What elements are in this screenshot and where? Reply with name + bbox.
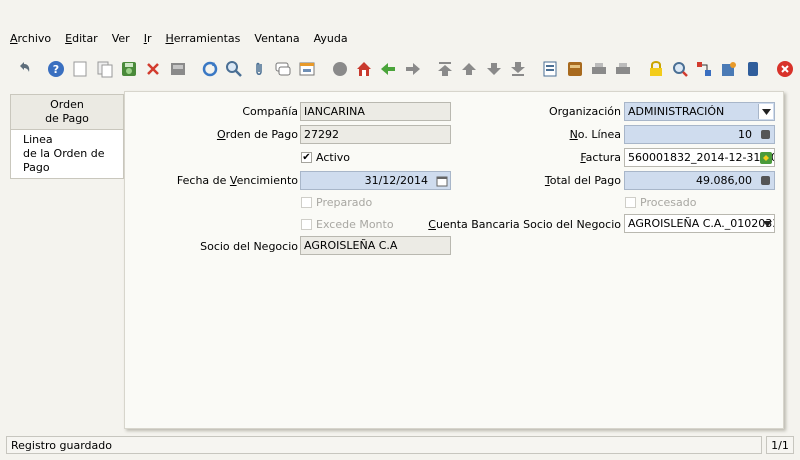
activo-label: Activo	[316, 151, 350, 164]
checkbox-box	[301, 197, 312, 208]
record-up-icon[interactable]	[460, 59, 479, 79]
previous-record-icon[interactable]	[379, 59, 398, 79]
find-icon[interactable]	[225, 59, 244, 79]
tab-linea-orden-de-pago[interactable]: Linea de la Orden de Pago	[10, 130, 124, 179]
calculator-icon[interactable]	[758, 173, 773, 188]
calculator-icon[interactable]	[758, 127, 773, 142]
fecha-vencimiento-value: 31/12/2014	[364, 174, 428, 187]
first-record-icon[interactable]	[435, 59, 454, 79]
print-icon[interactable]	[589, 59, 608, 79]
calendar-icon[interactable]	[434, 173, 449, 188]
report-icon[interactable]	[541, 59, 560, 79]
menu-ver[interactable]: Ver	[112, 32, 130, 45]
preparado-checkbox[interactable]: Preparado	[301, 196, 372, 209]
archive-icon[interactable]	[565, 59, 584, 79]
workflow-icon[interactable]	[695, 59, 714, 79]
refresh-icon[interactable]	[200, 59, 219, 79]
chevron-down-icon[interactable]	[758, 104, 773, 119]
chat-icon[interactable]	[273, 59, 292, 79]
tab-label: Linea	[23, 133, 53, 146]
tab-label: Orden	[50, 98, 84, 111]
organizacion-label: Organización	[548, 105, 621, 118]
tab-label: de la Orden de Pago	[23, 147, 105, 174]
checkbox-box	[625, 197, 636, 208]
lookup-icon[interactable]	[758, 150, 773, 165]
new-record-icon[interactable]	[71, 59, 90, 79]
activo-checkbox[interactable]: ✔ Activo	[301, 151, 350, 164]
status-bar: Registro guardado 1/1	[6, 436, 794, 454]
print-preview-icon[interactable]	[168, 59, 187, 79]
factura-field[interactable]: 560001832_2014-12-31 00	[624, 148, 775, 167]
tab-orden-de-pago[interactable]: Orden de Pago	[10, 94, 124, 130]
menu-ventana[interactable]: Ventana	[254, 32, 299, 45]
total-pago-field[interactable]: 49.086,00	[624, 171, 775, 190]
undo-icon[interactable]	[14, 59, 33, 79]
fecha-vencimiento-field[interactable]: 31/12/2014	[300, 171, 451, 190]
grid-toggle-icon[interactable]	[298, 59, 317, 79]
socio-negocio-field[interactable]: AGROISLEÑA C.A	[300, 236, 451, 255]
menu-archivo[interactable]: Archivo	[10, 32, 51, 45]
next-record-icon[interactable]	[403, 59, 422, 79]
organizacion-value: ADMINISTRACIÓN	[628, 105, 725, 118]
cuenta-bancaria-label: Cuenta Bancaria Socio del Negocio	[428, 218, 621, 231]
procesado-label: Procesado	[640, 196, 697, 209]
delete-icon[interactable]	[144, 59, 163, 79]
total-pago-value: 49.086,00	[696, 174, 752, 187]
attachment-icon[interactable]	[249, 59, 268, 79]
excede-monto-label: Excede Monto	[316, 218, 394, 231]
organizacion-select[interactable]: ADMINISTRACIÓN	[624, 102, 775, 121]
check-icon: ✔	[301, 151, 312, 163]
toolbar: ?	[0, 55, 800, 83]
chevron-down-icon[interactable]	[762, 216, 773, 231]
record-counter: 1/1	[766, 436, 794, 454]
menu-ayuda[interactable]: Ayuda	[314, 32, 348, 45]
socio-negocio-label: Socio del Negocio	[200, 240, 298, 253]
lock-icon[interactable]	[646, 59, 665, 79]
total-pago-label: Total del Pago	[544, 174, 621, 187]
svg-text:?: ?	[53, 63, 59, 76]
print-alt-icon[interactable]	[614, 59, 633, 79]
excede-monto-checkbox[interactable]: Excede Monto	[301, 218, 394, 231]
close-window-icon[interactable]	[776, 59, 795, 79]
preparado-label: Preparado	[316, 196, 373, 209]
menu-ir[interactable]: Ir	[144, 32, 152, 45]
menu-bar: Archivo Editar Ver Ir Herramientas Venta…	[0, 28, 800, 48]
fecha-vencimiento-label: Fecha de Vencimiento	[176, 174, 298, 187]
factura-label: Factura	[580, 151, 621, 164]
no-linea-field[interactable]: 10	[624, 125, 775, 144]
home-icon[interactable]	[354, 59, 373, 79]
compania-label: Compañía	[242, 105, 298, 118]
status-message: Registro guardado	[6, 436, 762, 454]
no-linea-value: 10	[738, 128, 752, 141]
process-icon[interactable]	[719, 59, 738, 79]
last-record-icon[interactable]	[508, 59, 527, 79]
cuenta-bancaria-select[interactable]: AGROISLEÑA C.A._0102033(	[624, 214, 775, 233]
copy-record-icon[interactable]	[95, 59, 114, 79]
checkbox-box	[301, 219, 312, 230]
menu-editar[interactable]: Editar	[65, 32, 98, 45]
tab-label: de Pago	[45, 112, 89, 125]
save-record-icon[interactable]	[119, 59, 138, 79]
procesado-checkbox[interactable]: Procesado	[625, 196, 696, 209]
zoom-across-icon[interactable]	[670, 59, 689, 79]
orden-de-pago-field[interactable]: 27292	[300, 125, 451, 144]
orden-de-pago-label: Orden de Pago	[216, 128, 298, 141]
help-icon[interactable]: ?	[46, 59, 65, 79]
no-linea-label: No. Línea	[569, 128, 621, 141]
compania-field[interactable]: IANCARINA	[300, 102, 451, 121]
request-icon[interactable]	[743, 59, 762, 79]
history-icon[interactable]	[330, 59, 349, 79]
factura-value: 560001832_2014-12-31 00	[628, 151, 775, 164]
cuenta-bancaria-value: AGROISLEÑA C.A._0102033(	[628, 217, 775, 230]
menu-herramientas[interactable]: Herramientas	[165, 32, 240, 45]
record-down-icon[interactable]	[484, 59, 503, 79]
tab-list: Orden de Pago Linea de la Orden de Pago	[10, 94, 125, 179]
